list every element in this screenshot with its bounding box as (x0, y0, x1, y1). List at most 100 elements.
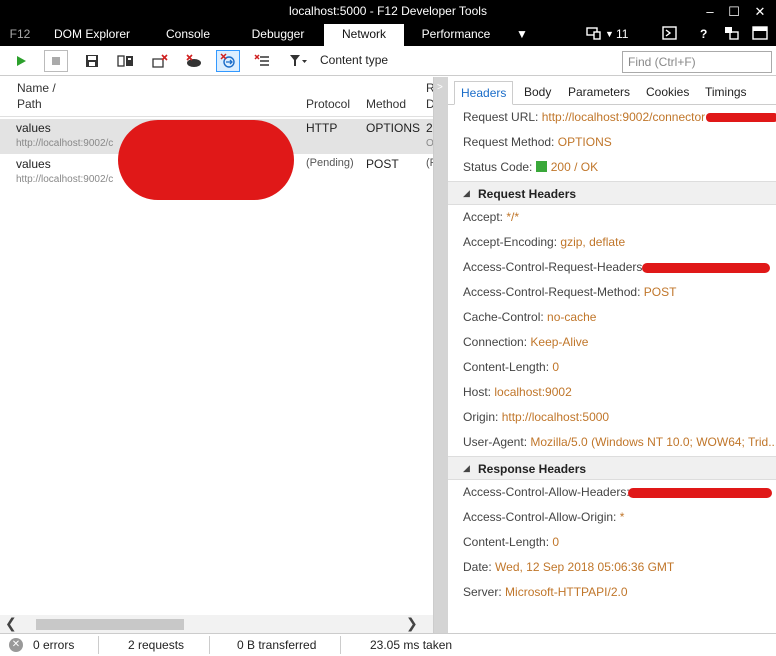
header-value: OPTIONS (557, 135, 612, 149)
column-method-header[interactable]: Method (366, 97, 406, 111)
tab-performance[interactable]: Performance (414, 24, 498, 46)
header-key: Request URL: (463, 110, 539, 124)
undock-icon[interactable] (724, 24, 739, 46)
always-refresh-from-server-icon[interactable] (216, 50, 240, 72)
clear-entries-on-navigate-icon[interactable] (114, 50, 138, 72)
column-path-header[interactable]: Path (17, 97, 42, 111)
request-count: 2 requests (128, 638, 185, 652)
row-protocol: HTTP (306, 121, 338, 135)
response-headers-section[interactable]: ◢ Response Headers (448, 456, 776, 480)
error-icon: ✕ (9, 638, 23, 652)
request-url-row: Request URL: http://localhost:9002/conne… (463, 110, 705, 124)
tab-network[interactable]: Network (324, 24, 404, 46)
header-row: Access-Control-Request-Method: POST (463, 285, 676, 299)
scrollbar-thumb[interactable] (36, 619, 184, 630)
header-value: * (619, 510, 625, 524)
header-row: Content-Length: 0 (463, 360, 559, 374)
header-value: Microsoft-HTTPAPI/2.0 (505, 585, 628, 599)
header-value: 0 (552, 360, 560, 374)
more-tabs-dropdown[interactable]: ▼ (516, 24, 528, 46)
horizontal-scrollbar[interactable]: ❮ ❯ (0, 615, 433, 633)
content-type-filter[interactable]: Content type (320, 53, 388, 67)
emulation-monitor-icon[interactable] (586, 24, 602, 46)
header-value: POST (643, 285, 677, 299)
header-key: User-Agent: (463, 435, 528, 449)
f12-devtools-window: localhost:5000 - F12 Developer Tools ‒ ☐… (0, 0, 776, 656)
title-bar: localhost:5000 - F12 Developer Tools ‒ ☐… (0, 0, 776, 24)
column-protocol-header[interactable]: Protocol (306, 97, 350, 111)
tab-timings[interactable]: Timings (699, 81, 753, 105)
header-row: Connection: Keep-Alive (463, 335, 588, 349)
row-name: values (16, 157, 51, 171)
tab-cookies[interactable]: Cookies (640, 81, 695, 105)
section-title: Request Headers (478, 187, 577, 201)
row-path: http://localhost:9002/c (16, 174, 114, 185)
status-code-row: Status Code: 200 / OK (463, 160, 598, 174)
header-row: Server: Microsoft-HTTPAPI/2.0 (463, 585, 628, 599)
stop-profiling-button[interactable] (44, 50, 68, 72)
tab-parameters[interactable]: Parameters (562, 81, 636, 105)
console-toggle-icon[interactable] (662, 24, 677, 46)
header-value: 0 (552, 535, 560, 549)
close-button[interactable]: ✕ (750, 2, 770, 22)
row-result: 2 (426, 121, 433, 135)
start-profiling-button[interactable] (9, 50, 33, 72)
status-bar: ✕ 0 errors 2 requests 0 B transferred 23… (0, 633, 776, 656)
tab-body[interactable]: Body (518, 81, 557, 105)
request-method-row: Request Method: OPTIONS (463, 135, 612, 149)
emulation-count: 11 (616, 27, 629, 41)
grid-header: Name / Path Protocol Method R D (0, 77, 434, 117)
export-har-icon[interactable] (80, 50, 104, 72)
request-list-pane: Name / Path Protocol Method R D values h… (0, 77, 434, 633)
header-row: Date: Wed, 12 Sep 2018 05:06:36 GMT (463, 560, 674, 574)
header-value: */* (506, 210, 520, 224)
find-input[interactable]: Find (Ctrl+F) (622, 51, 772, 73)
tab-console[interactable]: Console (158, 24, 218, 46)
tool-tab-bar: F12 DOM Explorer Console Debugger Networ… (0, 24, 776, 46)
header-key: Cache-Control: (463, 310, 544, 324)
help-button[interactable]: ? (700, 24, 707, 46)
collapse-details-icon[interactable]: > (437, 82, 443, 93)
emulation-dropdown-icon[interactable]: ▼ (605, 24, 614, 46)
header-value[interactable]: http://localhost:5000 (502, 410, 609, 424)
header-key: Accept: (463, 210, 504, 224)
header-key: Access-Control-Allow-Origin: (463, 510, 617, 524)
time-taken: 23.05 ms taken (370, 638, 453, 652)
header-key: Host: (463, 385, 492, 399)
tab-debugger[interactable]: Debugger (244, 24, 312, 46)
clear-cookies-icon[interactable] (182, 50, 206, 72)
collapse-triangle-icon[interactable]: ◢ (463, 188, 470, 199)
maximize-button[interactable]: ☐ (724, 2, 744, 22)
header-value: Mozilla/5.0 (Windows NT 10.0; WOW64; Tri… (530, 435, 776, 449)
redaction-mark (706, 113, 776, 122)
divider (340, 636, 341, 654)
column-result-header[interactable]: R (426, 81, 433, 95)
header-row: Cache-Control: no-cache (463, 310, 596, 324)
pane-splitter[interactable]: > (434, 77, 448, 633)
window-title: localhost:5000 - F12 Developer Tools (289, 4, 487, 18)
scroll-left-icon[interactable]: ❮ (5, 615, 17, 632)
header-value: Keep-Alive (530, 335, 589, 349)
tab-headers[interactable]: Headers (454, 81, 514, 105)
request-headers-section[interactable]: ◢ Request Headers (448, 181, 776, 205)
column-name-header[interactable]: Name / (17, 81, 56, 95)
request-details-pane: Headers Body Parameters Cookies Timings … (448, 77, 776, 633)
minimize-button[interactable]: ‒ (700, 2, 720, 22)
redaction-mark (628, 488, 772, 498)
filter-icon[interactable] (290, 55, 308, 70)
request-url-value[interactable]: http://localhost:9002/connector (542, 110, 705, 124)
row-path: http://localhost:9002/c (16, 138, 114, 149)
column-result-header-sub: D (426, 97, 434, 111)
header-row: Access-Control-Allow-Origin: * (463, 510, 624, 524)
bytes-transferred: 0 B transferred (237, 638, 317, 652)
error-count: 0 errors (33, 638, 75, 652)
tab-dom-explorer[interactable]: DOM Explorer (46, 24, 138, 46)
clear-session-icon[interactable] (148, 50, 172, 72)
dock-icon[interactable] (752, 24, 768, 46)
header-value: no-cache (547, 310, 597, 324)
collapse-triangle-icon[interactable]: ◢ (463, 463, 470, 474)
header-row: Accept: */* (463, 210, 519, 224)
divider (98, 636, 99, 654)
scroll-right-icon[interactable]: ❯ (406, 615, 418, 632)
clear-list-icon[interactable] (250, 50, 274, 72)
